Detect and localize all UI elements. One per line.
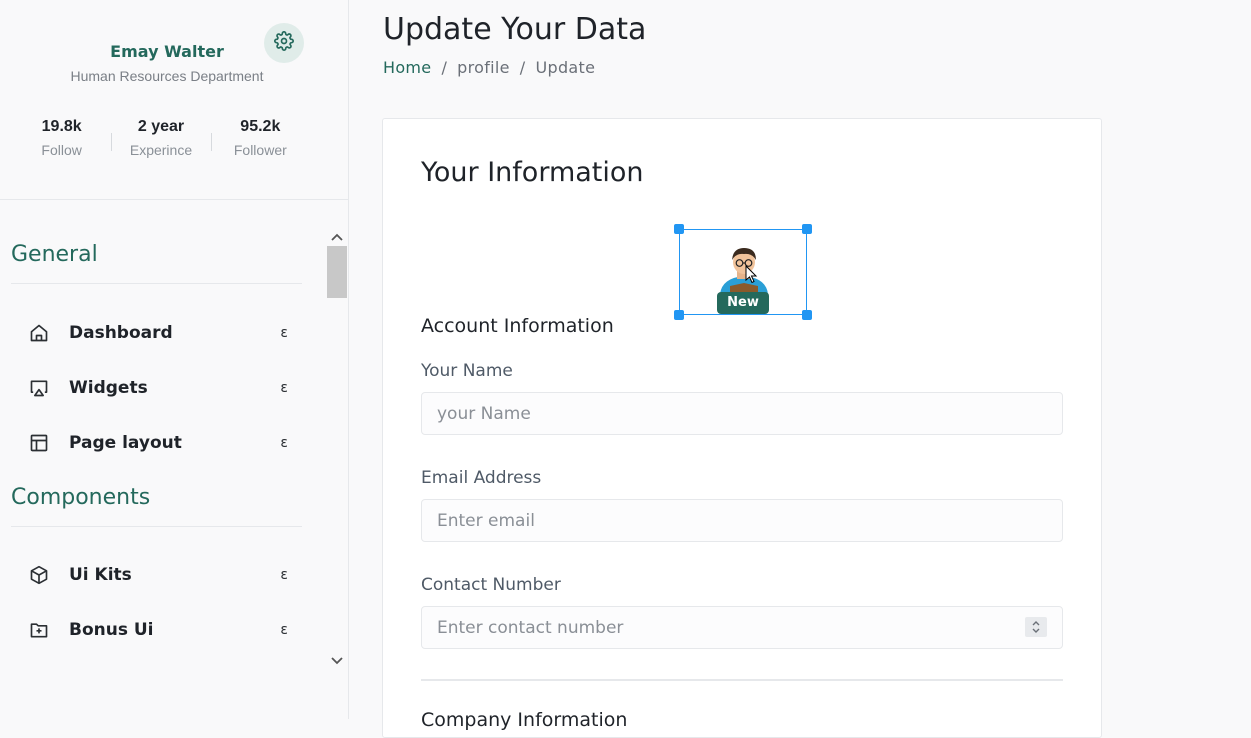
name-input[interactable] [421, 392, 1063, 435]
contact-label: Contact Number [421, 575, 561, 595]
stat-experience: 2 year Experince [111, 118, 210, 158]
sidebar-item-label: Widgets [69, 378, 148, 398]
sidebar-item-ui-kits[interactable]: Ui Kits ε [28, 560, 288, 590]
scroll-thumb[interactable] [327, 246, 347, 298]
sidebar-item-widgets[interactable]: Widgets ε [28, 373, 288, 403]
section-divider [11, 283, 302, 284]
gear-icon [274, 31, 294, 55]
sidebar-item-label: Page layout [69, 433, 182, 453]
sidebar: Emay Walter Human Resources Department 1… [0, 0, 349, 719]
resize-handle[interactable] [674, 310, 684, 320]
scroll-up-button[interactable] [326, 226, 348, 244]
chevron-down-icon [331, 650, 343, 669]
section-title-components: Components [11, 485, 151, 510]
information-card: Your Information New Account Information… [382, 118, 1102, 738]
email-input[interactable] [421, 499, 1063, 542]
sidebar-item-label: Bonus Ui [69, 620, 154, 640]
company-information-heading: Company Information [421, 709, 628, 731]
new-badge: New [717, 292, 769, 314]
page-title: Update Your Data [383, 12, 647, 47]
stat-follower: 95.2k Follower [210, 118, 310, 158]
expand-arrow-icon: ε [280, 622, 288, 638]
stat-value: 2 year [137, 118, 185, 135]
breadcrumb-profile[interactable]: profile [457, 58, 510, 77]
sidebar-item-bonus-ui[interactable]: Bonus Ui ε [28, 615, 288, 645]
number-stepper[interactable] [1025, 617, 1047, 637]
stat-label: Experince [129, 142, 193, 158]
stat-label: Follow [41, 142, 82, 158]
sidebar-item-page-layout[interactable]: Page layout ε [28, 428, 288, 458]
sidebar-item-label: Ui Kits [69, 565, 132, 585]
sidebar-nav: General Dashboard ε Widgets ε Page layou… [0, 200, 325, 719]
home-icon [28, 322, 50, 344]
sidebar-item-dashboard[interactable]: Dashboard ε [28, 318, 288, 348]
folder-plus-icon [28, 619, 50, 641]
breadcrumb-home[interactable]: Home [383, 58, 431, 77]
profile-department: Human Resources Department [70, 68, 264, 84]
breadcrumb-current: Update [535, 58, 596, 77]
breadcrumb-separator: / [441, 58, 448, 77]
email-label: Email Address [421, 468, 542, 488]
card-title: Your Information [421, 157, 644, 188]
contact-number-input[interactable] [421, 606, 1063, 649]
account-information-heading: Account Information [421, 315, 614, 337]
monitor-icon [28, 377, 50, 399]
name-label: Your Name [421, 361, 513, 381]
breadcrumb-separator: / [519, 58, 526, 77]
stat-label: Follower [233, 142, 287, 158]
profile-stats: 19.8k Follow 2 year Experince 95.2k Foll… [12, 118, 310, 158]
resize-handle[interactable] [674, 224, 684, 234]
stepper-arrows-icon [1032, 621, 1040, 633]
settings-button[interactable] [264, 23, 304, 63]
expand-arrow-icon: ε [280, 380, 288, 396]
sidebar-item-label: Dashboard [69, 323, 173, 343]
resize-handle[interactable] [802, 310, 812, 320]
sidebar-scrollbar[interactable] [326, 222, 348, 672]
box-icon [28, 564, 50, 586]
expand-arrow-icon: ε [280, 325, 288, 341]
breadcrumb: Home / profile / Update [383, 58, 595, 77]
scroll-down-button[interactable] [326, 650, 348, 668]
stat-value: 19.8k [41, 118, 82, 135]
section-title-general: General [11, 242, 98, 267]
chevron-up-icon [331, 226, 343, 245]
resize-handle[interactable] [802, 224, 812, 234]
avatar-selection[interactable]: New [674, 224, 812, 320]
expand-arrow-icon: ε [280, 567, 288, 583]
expand-arrow-icon: ε [280, 435, 288, 451]
layout-icon [28, 432, 50, 454]
stat-follow: 19.8k Follow [12, 118, 111, 158]
section-divider [421, 679, 1063, 681]
section-divider [11, 526, 302, 527]
stat-value: 95.2k [240, 118, 281, 135]
